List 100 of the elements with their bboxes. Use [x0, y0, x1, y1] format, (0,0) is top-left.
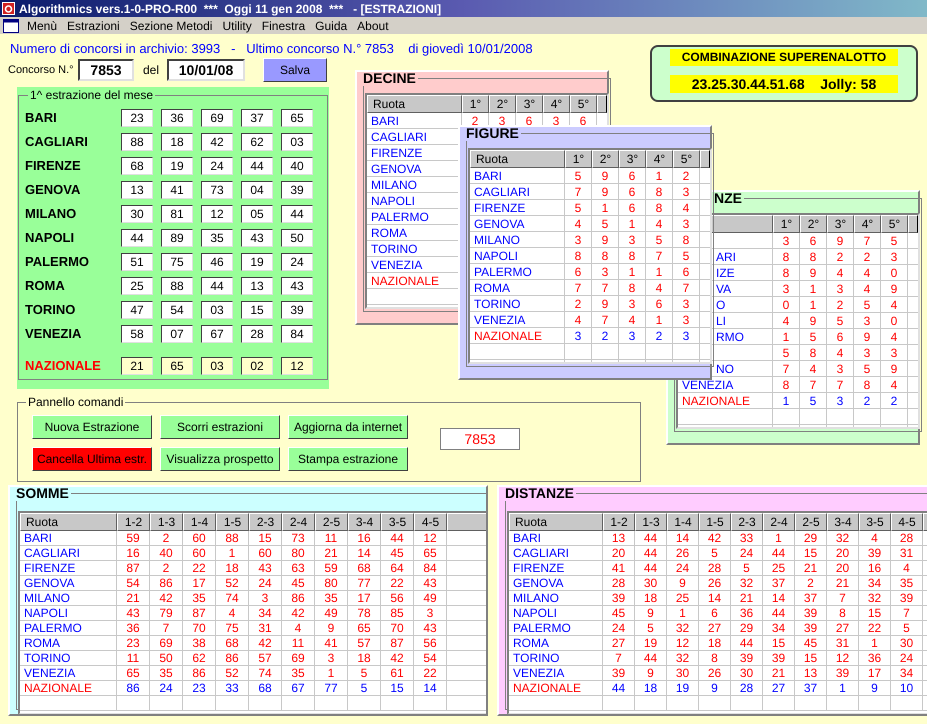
number-field[interactable]: 37 [241, 109, 273, 127]
cell-value: 44 [740, 637, 754, 649]
number-field[interactable]: 19 [161, 157, 193, 175]
number-field[interactable]: 30 [121, 205, 153, 223]
menu-item[interactable]: Guida [310, 20, 352, 32]
command-button[interactable]: Cancella Ultima estr. [32, 447, 152, 471]
number-field[interactable]: 84 [281, 325, 313, 343]
cell-value: 4 [871, 532, 878, 544]
number-field[interactable]: 13 [121, 181, 153, 199]
number-field[interactable]: 75 [161, 253, 193, 271]
number-field[interactable]: 68 [121, 157, 153, 175]
number-field[interactable]: 46 [201, 253, 233, 271]
number-field[interactable]: 88 [121, 133, 153, 151]
ruota-name: NAPOLI [371, 194, 416, 206]
column-header: 4° [854, 215, 881, 233]
cell-value: 44 [644, 532, 658, 544]
cell-value: 45 [390, 547, 404, 559]
cell-value: 18 [225, 562, 239, 574]
cell-value: 80 [291, 547, 305, 559]
ruota-name: BARI [371, 114, 400, 126]
number-field[interactable]: 24 [281, 253, 313, 271]
cell-value: 59 [126, 532, 140, 544]
number-field[interactable]: 13 [241, 277, 273, 295]
number-field[interactable]: 24 [201, 157, 233, 175]
cell-value: 21 [836, 577, 850, 589]
cell-value: 52 [225, 577, 239, 589]
number-field[interactable]: 25 [121, 277, 153, 295]
cell-value: 8 [810, 346, 816, 358]
number-field[interactable]: 65 [281, 109, 313, 127]
window-icon[interactable] [3, 18, 19, 32]
number-field[interactable]: 07 [161, 325, 193, 343]
number-field[interactable]: 50 [281, 229, 313, 247]
save-button[interactable]: Salva [263, 58, 327, 82]
cell-value: 14 [676, 532, 690, 544]
cell-value: 45 [804, 637, 818, 649]
command-button[interactable]: Aggiorna da internet [288, 415, 408, 439]
number-field[interactable]: 03 [201, 357, 233, 375]
number-field[interactable]: 15 [241, 301, 273, 319]
number-field[interactable]: 18 [161, 133, 193, 151]
number-field[interactable]: 04 [241, 181, 273, 199]
number-field[interactable]: 81 [161, 205, 193, 223]
number-field[interactable]: 03 [201, 301, 233, 319]
number-field[interactable]: 40 [281, 157, 313, 175]
number-field[interactable]: 42 [201, 133, 233, 151]
number-field[interactable]: 03 [281, 133, 313, 151]
cell-value: 6 [711, 607, 718, 619]
number-field[interactable]: 05 [241, 205, 273, 223]
cell-value: 22 [192, 562, 206, 574]
menu-item[interactable]: Utility [217, 20, 257, 32]
number-field[interactable]: 41 [161, 181, 193, 199]
number-field[interactable]: 35 [201, 229, 233, 247]
concorso-field[interactable]: 7853 [78, 59, 134, 81]
number-field[interactable]: 67 [201, 325, 233, 343]
number-field[interactable]: 44 [281, 205, 313, 223]
ruota-name: MILANO [371, 178, 418, 190]
number-field[interactable]: 23 [121, 109, 153, 127]
menu-item[interactable]: Menù [22, 20, 62, 32]
menu-item[interactable]: About [352, 20, 394, 32]
number-field[interactable]: 65 [161, 357, 193, 375]
number-field[interactable]: 36 [161, 109, 193, 127]
number-field[interactable]: 47 [121, 301, 153, 319]
number-field[interactable]: 43 [281, 277, 313, 295]
cell-value: 4 [810, 362, 816, 374]
number-field[interactable]: 44 [121, 229, 153, 247]
number-field[interactable]: 39 [281, 181, 313, 199]
number-field[interactable]: 28 [241, 325, 273, 343]
menu-item[interactable]: Estrazioni [62, 20, 125, 32]
number-field[interactable]: 58 [121, 325, 153, 343]
number-field[interactable]: 21 [121, 357, 153, 375]
cell-value: 78 [357, 607, 371, 619]
cell-value: 35 [291, 667, 305, 679]
cell-value: 30 [644, 577, 658, 589]
column-header: 1-2 [117, 513, 150, 531]
number-field[interactable]: 69 [201, 109, 233, 127]
number-field[interactable]: 12 [201, 205, 233, 223]
menu-item[interactable]: Finestra [256, 20, 310, 32]
command-button[interactable]: Scorri estrazioni [160, 415, 280, 439]
number-field[interactable]: 73 [201, 181, 233, 199]
number-field[interactable]: 88 [161, 277, 193, 295]
number-field[interactable]: 44 [241, 157, 273, 175]
command-button[interactable]: Stampa estrazione [288, 447, 408, 471]
date-field[interactable]: 10/01/08 [167, 59, 245, 81]
cell-value: 73 [291, 532, 305, 544]
number-field[interactable]: 12 [281, 357, 313, 375]
command-button[interactable]: Nuova Estrazione [32, 415, 152, 439]
menu-item[interactable]: Sezione Metodi [124, 20, 218, 32]
cell-value: 5 [602, 218, 608, 230]
number-field[interactable]: 51 [121, 253, 153, 271]
number-field[interactable]: 39 [281, 301, 313, 319]
number-field[interactable]: 19 [241, 253, 273, 271]
number-field[interactable]: 43 [241, 229, 273, 247]
number-field[interactable]: 62 [241, 133, 273, 151]
number-field[interactable]: 44 [201, 277, 233, 295]
number-field[interactable]: 89 [161, 229, 193, 247]
command-button[interactable]: Visualizza prospetto [160, 447, 280, 471]
number-field[interactable]: 02 [241, 357, 273, 375]
cell-value: 37 [804, 592, 818, 604]
ruota-name: PALERMO [25, 253, 90, 272]
number-field[interactable]: 54 [161, 301, 193, 319]
cell-value: 32 [676, 622, 690, 634]
